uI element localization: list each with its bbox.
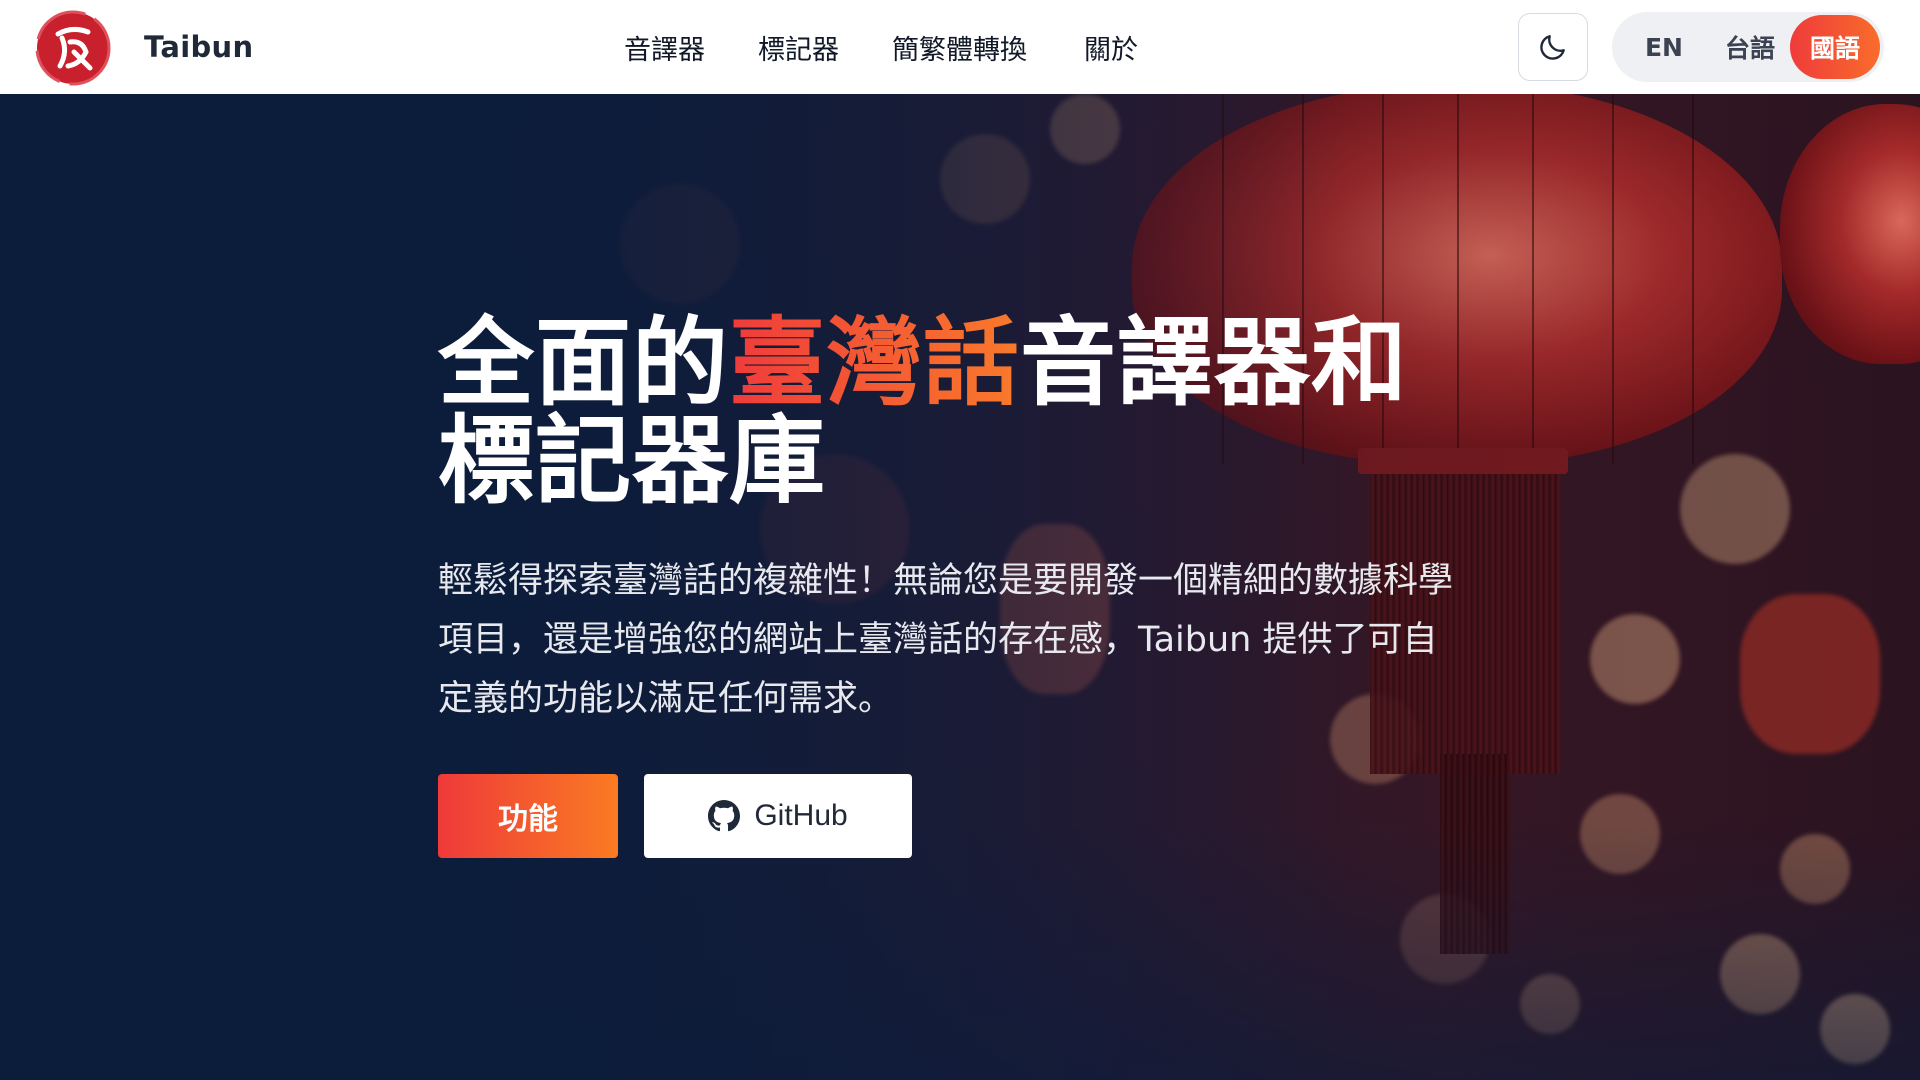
- features-button[interactable]: 功能: [438, 774, 618, 858]
- hero-title-accent: 臺灣話: [729, 307, 1020, 419]
- hero-actions: 功能 GitHub: [438, 774, 1478, 858]
- taibun-logo[interactable]: [30, 8, 118, 88]
- language-switcher: EN 台語 國語: [1612, 12, 1884, 82]
- hero-bottom-overlay: [0, 820, 1920, 1080]
- hero-description: 輕鬆得探索臺灣話的複雜性！無論您是要開發一個精細的數據科學項目，還是增強您的網站…: [438, 561, 1454, 719]
- theme-toggle-button[interactable]: [1518, 13, 1588, 81]
- top-navbar: Taibun 音譯器 標記器 簡繁體轉換 關於 EN 台語 國語: [0, 0, 1920, 94]
- brand-name[interactable]: Taibun: [144, 0, 253, 94]
- lang-option-en[interactable]: EN: [1624, 12, 1704, 82]
- nav-about[interactable]: 關於: [1084, 28, 1138, 67]
- lang-option-mandarin[interactable]: 國語: [1790, 15, 1880, 79]
- github-button-label: GitHub: [754, 799, 848, 832]
- nav-transliterator[interactable]: 音譯器: [624, 28, 705, 67]
- nav-converter[interactable]: 簡繁體轉換: [892, 28, 1027, 67]
- hero-title-prefix: 全面的: [438, 307, 729, 419]
- hero-content: 全面的臺灣話音譯器和標記器庫 輕鬆得探索臺灣話的複雜性！無論您是要開發一個精細的…: [438, 314, 1478, 858]
- hero-section: 全面的臺灣話音譯器和標記器庫 輕鬆得探索臺灣話的複雜性！無論您是要開發一個精細的…: [0, 94, 1920, 1080]
- github-icon: [708, 800, 741, 832]
- hero-title: 全面的臺灣話音譯器和標記器庫: [438, 314, 1478, 510]
- moon-icon: [1540, 35, 1565, 60]
- lang-option-taigi[interactable]: 台語: [1710, 12, 1790, 82]
- nav-tokenizer[interactable]: 標記器: [758, 28, 839, 67]
- github-button[interactable]: GitHub: [644, 774, 912, 858]
